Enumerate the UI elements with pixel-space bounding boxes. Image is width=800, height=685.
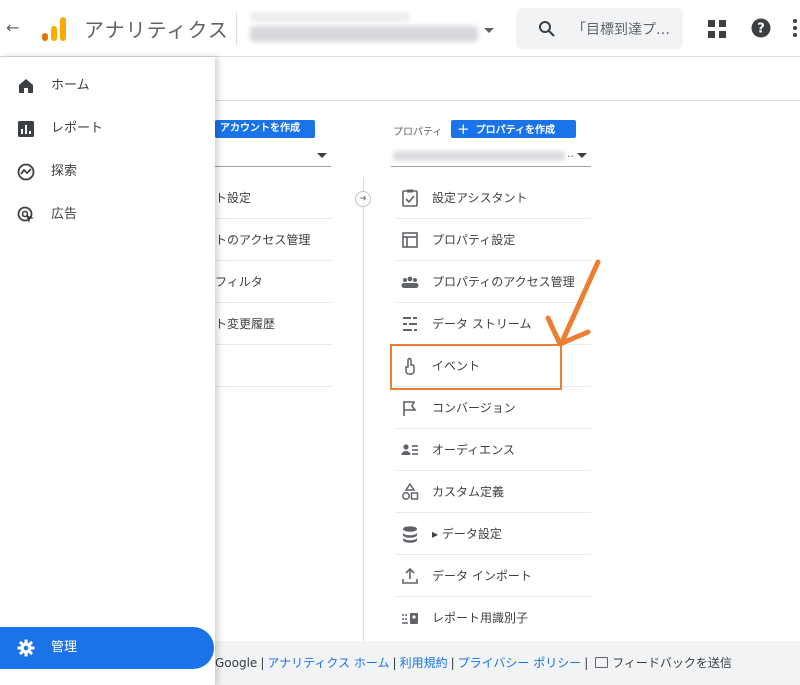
property-select-ellipsis: ..: [567, 147, 574, 160]
blurred-account-name: [250, 12, 410, 22]
account-filters-item[interactable]: フィルタ: [215, 261, 332, 303]
footer: Google | アナリティクス ホーム | 利用規約 | プライバシー ポリシー | フィー…: [215, 641, 800, 685]
copyright-text: Google: [215, 656, 258, 670]
analytics-home-link[interactable]: アナリティクス ホーム: [267, 656, 389, 670]
sidebar-item-advertising[interactable]: 広告: [0, 195, 215, 235]
property-settings-icon: [402, 232, 418, 248]
create-property-label: プロパティを作成: [475, 125, 555, 136]
data-settings-item[interactable]: ▸ データ設定: [395, 513, 591, 555]
shapes-icon: [402, 483, 419, 500]
feedback-icon: [595, 657, 609, 668]
account-select[interactable]: [215, 145, 331, 167]
arrow-right-icon: ➜: [355, 191, 371, 207]
explore-icon: [17, 163, 35, 181]
footer-links: Google | アナリティクス ホーム | 利用規約 | プライバシー ポリシー | フィー…: [215, 656, 732, 670]
advertising-icon: [17, 206, 34, 223]
flag-icon: [403, 401, 417, 416]
search-icon: [539, 21, 555, 37]
sidebar-item-label: ホーム: [51, 78, 90, 93]
create-property-button[interactable]: + プロパティを作成: [451, 120, 576, 138]
nav-sidebar: ホーム レポート 探索 広告 管理: [0, 57, 215, 685]
sidebar-item-label: レポート: [51, 121, 104, 136]
identity-icon: [402, 613, 418, 624]
item-label: オーディエンス: [432, 443, 515, 457]
account-property-picker[interactable]: [248, 12, 496, 46]
sidebar-item-home[interactable]: ホーム: [0, 66, 215, 106]
property-settings-item[interactable]: プロパティ設定: [395, 219, 591, 261]
app-title: アナリティクス: [84, 18, 229, 42]
account-access-item[interactable]: トのアクセス管理: [215, 219, 332, 261]
sidebar-item-label: 広告: [51, 207, 78, 222]
search-input[interactable]: 「目標到達プ…: [516, 8, 683, 49]
top-app-bar: ← アナリティクス 「目標到達プ… ?: [0, 0, 800, 57]
sidebar-item-label: 探索: [51, 164, 78, 179]
database-icon: [403, 526, 417, 543]
chevron-down-icon: [317, 153, 327, 158]
blurred-property-name: [250, 26, 478, 42]
data-import-item[interactable]: データ インポート: [395, 555, 591, 597]
property-select[interactable]: ..: [391, 145, 591, 167]
checklist-icon: [402, 189, 418, 207]
chevron-down-icon: [577, 153, 587, 158]
item-label: コンバージョン: [432, 401, 516, 415]
item-label: カスタム定義: [432, 485, 505, 499]
divider: [236, 13, 237, 45]
item-label: レポート用識別子: [432, 611, 529, 625]
people-icon: [401, 276, 419, 288]
audience-icon: [401, 444, 418, 455]
setup-assistant-item[interactable]: 設定アシスタント: [395, 177, 591, 219]
item-label: データ インポート: [432, 569, 532, 583]
custom-definitions-item[interactable]: カスタム定義: [395, 471, 591, 513]
more-vert-icon[interactable]: [790, 18, 800, 38]
property-label: プロパティ: [393, 127, 443, 138]
gear-icon: [17, 639, 35, 657]
annotation-highlight-box: [390, 344, 562, 390]
feedback-label: フィードバックを送信: [612, 656, 732, 670]
home-icon: [19, 79, 33, 93]
help-icon[interactable]: ?: [751, 18, 771, 38]
terms-link[interactable]: 利用規約: [400, 656, 448, 670]
blurred-property-name: [393, 151, 565, 161]
arrow-back-icon[interactable]: ←: [6, 18, 22, 38]
apps-grid-icon[interactable]: [708, 20, 726, 38]
sidebar-item-explore[interactable]: 探索: [0, 152, 215, 192]
annotation-arrow-icon: [545, 259, 601, 347]
svg-text:?: ?: [757, 22, 765, 37]
admin-subheader: [215, 57, 800, 101]
account-empty-item: [215, 345, 332, 387]
send-feedback-button[interactable]: フィードバックを送信: [595, 656, 732, 670]
sidebar-item-reports[interactable]: レポート: [0, 109, 215, 149]
plus-icon: +: [457, 120, 470, 138]
item-label: 設定アシスタント: [432, 191, 528, 205]
account-settings-item[interactable]: ト設定: [215, 177, 332, 219]
analytics-logo: [42, 17, 66, 41]
sidebar-item-label: 管理: [51, 640, 78, 655]
chevron-down-icon: [484, 28, 494, 33]
item-label: データ ストリーム: [432, 317, 532, 331]
conversions-item[interactable]: コンバージョン: [395, 387, 591, 429]
data-streams-icon: [403, 317, 417, 331]
create-account-button[interactable]: アカウントを作成: [215, 120, 315, 138]
privacy-policy-link[interactable]: プライバシー ポリシー: [458, 656, 582, 670]
audiences-item[interactable]: オーディエンス: [395, 429, 591, 471]
reports-icon: [18, 121, 34, 137]
reporting-identity-item[interactable]: レポート用識別子: [395, 597, 591, 639]
search-placeholder: 「目標到達プ…: [572, 22, 670, 38]
sidebar-item-admin[interactable]: 管理: [0, 627, 214, 669]
upload-icon: [402, 567, 418, 584]
column-divider: [363, 177, 364, 641]
account-history-item[interactable]: ト変更履歴: [215, 303, 332, 345]
item-label: プロパティ設定: [432, 233, 516, 247]
item-label: ▸ データ設定: [432, 527, 502, 541]
